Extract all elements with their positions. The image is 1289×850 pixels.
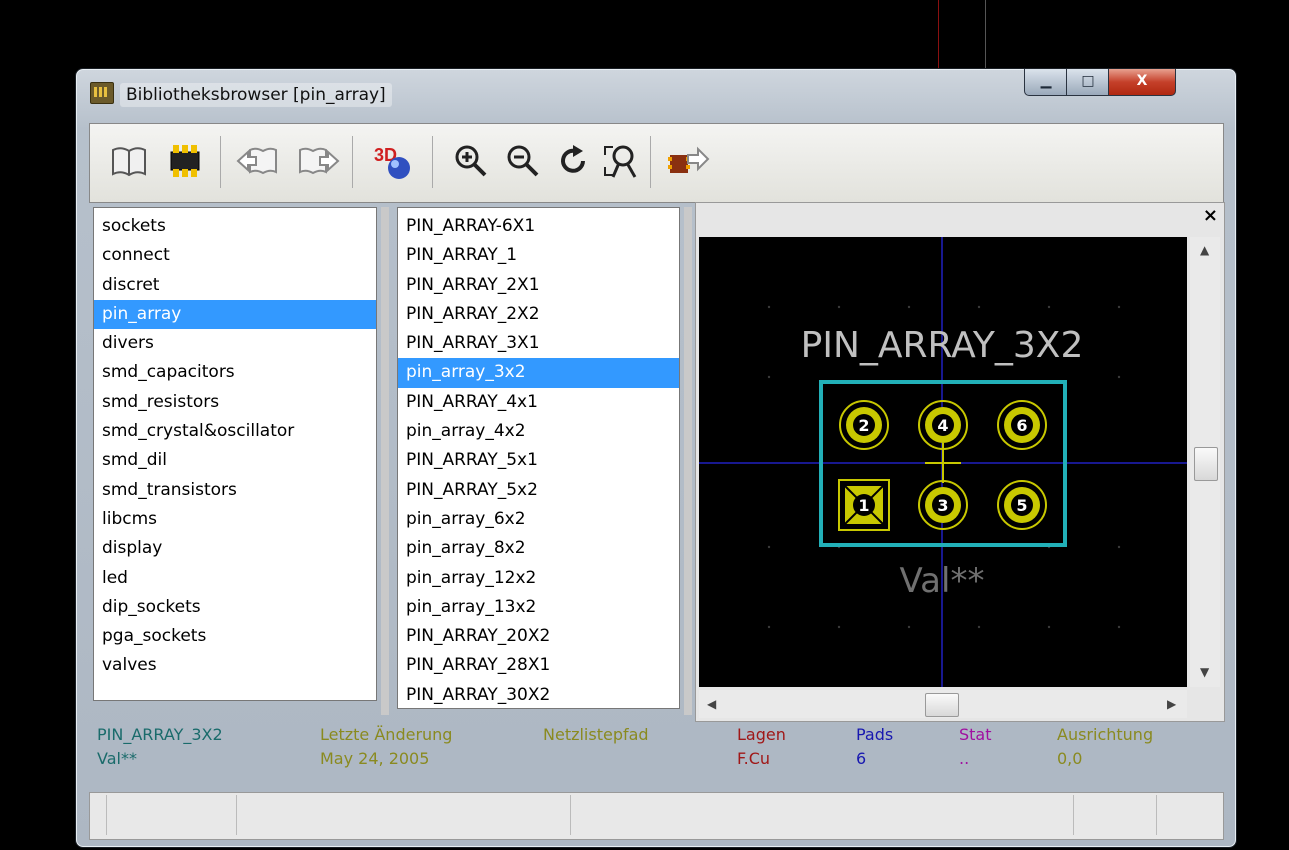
export-footprint-icon[interactable] <box>665 138 711 184</box>
library-list-item[interactable]: smd_resistors <box>94 388 376 417</box>
library-list-item[interactable]: valves <box>94 651 376 680</box>
3d-view-icon[interactable]: 3D <box>370 138 416 184</box>
library-list-panel[interactable]: sockets connect discret pin_array divers smd_… <box>93 207 377 701</box>
footprint-list-item[interactable]: PIN_ARRAY_20X2 <box>398 622 679 651</box>
app-icon <box>90 82 114 104</box>
toolbar-separator <box>220 136 221 188</box>
pad-number: 4 <box>937 416 948 435</box>
pad-number: 5 <box>1016 496 1027 515</box>
library-list-item[interactable]: smd_transistors <box>94 476 376 505</box>
horizontal-scrollbar[interactable]: ◀ ▶ <box>699 690 1187 718</box>
library-list-item[interactable]: smd_dil <box>94 446 376 475</box>
pad: 4 <box>918 400 968 450</box>
title-bar[interactable]: Bibliotheksbrowser [pin_array] ▁ □ X <box>76 69 1236 117</box>
pad: 1 <box>838 479 890 531</box>
splitter[interactable] <box>684 207 692 715</box>
footprint-canvas[interactable]: PIN_ARRAY_3X2 2 4 6 1 3 5 Val** <box>699 237 1187 687</box>
zoom-fit-icon[interactable] <box>598 138 644 184</box>
previous-footprint-icon[interactable] <box>235 138 281 184</box>
status-layers: Lagen F.Cu <box>737 725 786 768</box>
footprint-list-panel[interactable]: PIN_ARRAY-6X1 PIN_ARRAY_1 PIN_ARRAY_2X1 PIN… <box>397 207 680 709</box>
library-list-item[interactable]: pin_array <box>94 299 376 330</box>
footprint-list-item[interactable]: PIN_ARRAY_4x1 <box>398 388 679 417</box>
footprint-list-item[interactable]: pin_array_4x2 <box>398 417 679 446</box>
footprint-list-item[interactable]: pin_array_3x2 <box>398 358 679 388</box>
pad-number: 3 <box>937 496 948 515</box>
minimize-button[interactable]: ▁ <box>1024 69 1068 96</box>
library-list-item[interactable]: pga_sockets <box>94 622 376 651</box>
toolbar: 3D <box>89 123 1224 203</box>
status-orientation: Ausrichtung 0,0 <box>1057 725 1154 768</box>
pad: 2 <box>839 400 889 450</box>
pad: 3 <box>918 480 968 530</box>
status-pads: Pads 6 <box>856 725 894 768</box>
status-netlist-path: Netzlistepfad <box>543 725 649 744</box>
footprint-info-panel: PIN_ARRAY_3X2 Val** Letzte Änderung May … <box>89 723 1222 789</box>
zoom-out-icon[interactable] <box>500 138 546 184</box>
redraw-icon[interactable] <box>550 138 596 184</box>
toolbar-separator <box>650 136 651 188</box>
footprint-list-item[interactable]: PIN_ARRAY_3X1 <box>398 329 679 358</box>
scroll-down-icon[interactable]: ▼ <box>1200 665 1209 679</box>
footprint-list[interactable]: PIN_ARRAY-6X1 PIN_ARRAY_1 PIN_ARRAY_2X1 PIN… <box>398 208 679 708</box>
window-title: Bibliotheksbrowser [pin_array] <box>120 83 392 107</box>
scroll-up-icon[interactable]: ▲ <box>1200 243 1209 257</box>
footprint-list-item[interactable]: PIN_ARRAY_2X2 <box>398 300 679 329</box>
pad-number: 6 <box>1016 416 1027 435</box>
library-list-item[interactable]: smd_capacitors <box>94 358 376 387</box>
background-line <box>938 0 939 75</box>
next-footprint-icon[interactable] <box>295 138 341 184</box>
footprint-list-item[interactable]: PIN_ARRAY_28X1 <box>398 651 679 680</box>
footprint-list-item[interactable]: pin_array_6x2 <box>398 505 679 534</box>
library-list-item[interactable]: sockets <box>94 212 376 241</box>
footprint-list-item[interactable]: PIN_ARRAY_5x1 <box>398 446 679 475</box>
footprint-list-item[interactable]: pin_array_12x2 <box>398 564 679 593</box>
zoom-in-icon[interactable] <box>448 138 494 184</box>
pad-number: 1 <box>858 496 869 515</box>
reference-text: PIN_ARRAY_3X2 <box>801 325 1084 366</box>
status-last-change: Letzte Änderung May 24, 2005 <box>320 725 453 768</box>
library-list-item[interactable]: smd_crystal&oscillator <box>94 417 376 446</box>
library-list-item[interactable]: led <box>94 564 376 593</box>
library-list-item[interactable]: discret <box>94 271 376 300</box>
scroll-thumb[interactable] <box>1194 447 1218 481</box>
maximize-button[interactable]: □ <box>1066 69 1110 96</box>
toolbar-separator <box>352 136 353 188</box>
close-button[interactable]: X <box>1108 69 1176 96</box>
splitter[interactable] <box>381 207 389 715</box>
scroll-right-icon[interactable]: ▶ <box>1167 697 1176 711</box>
library-list-item[interactable]: connect <box>94 241 376 270</box>
pad: 5 <box>997 480 1047 530</box>
library-list[interactable]: sockets connect discret pin_array divers smd_… <box>94 208 376 681</box>
value-text: Val** <box>900 561 985 601</box>
footprint-list-item[interactable]: PIN_ARRAY_1 <box>398 241 679 270</box>
viewer-close-button[interactable]: × <box>1203 205 1218 226</box>
footprint-list-item[interactable]: PIN_ARRAY_5x2 <box>398 476 679 505</box>
vertical-scrollbar[interactable]: ▲ ▼ <box>1190 237 1220 687</box>
status-bar <box>89 792 1224 840</box>
footprint-name: PIN_ARRAY_3X2 <box>97 725 223 744</box>
background-line <box>985 0 986 75</box>
library-list-item[interactable]: dip_sockets <box>94 593 376 622</box>
footprint-list-item[interactable]: PIN_ARRAY_2X1 <box>398 271 679 300</box>
scroll-thumb[interactable] <box>925 693 959 717</box>
footprint-list-item[interactable]: pin_array_8x2 <box>398 534 679 563</box>
status-footprint: PIN_ARRAY_3X2 Val** <box>97 723 223 771</box>
select-library-icon[interactable] <box>106 138 152 184</box>
scroll-left-icon[interactable]: ◀ <box>707 697 716 711</box>
library-list-item[interactable]: divers <box>94 329 376 358</box>
footprint-value: Val** <box>97 749 137 768</box>
library-browser-window: Bibliotheksbrowser [pin_array] ▁ □ X 3D <box>75 68 1237 848</box>
library-list-item[interactable]: display <box>94 534 376 563</box>
toolbar-separator <box>432 136 433 188</box>
select-footprint-icon[interactable] <box>162 138 208 184</box>
pad-number: 2 <box>858 416 869 435</box>
footprint-list-item[interactable]: pin_array_13x2 <box>398 593 679 622</box>
footprint-list-item[interactable]: PIN_ARRAY-6X1 <box>398 212 679 241</box>
library-list-item[interactable]: libcms <box>94 505 376 534</box>
pad: 6 <box>997 400 1047 450</box>
status-stat: Stat .. <box>959 725 992 768</box>
footprint-list-item[interactable]: PIN_ARRAY_30X2 <box>398 681 679 708</box>
footprint-viewer: × PIN_ARRAY_3X2 2 4 6 1 3 5 Val** ▲ ▼ ◀ … <box>695 202 1225 722</box>
